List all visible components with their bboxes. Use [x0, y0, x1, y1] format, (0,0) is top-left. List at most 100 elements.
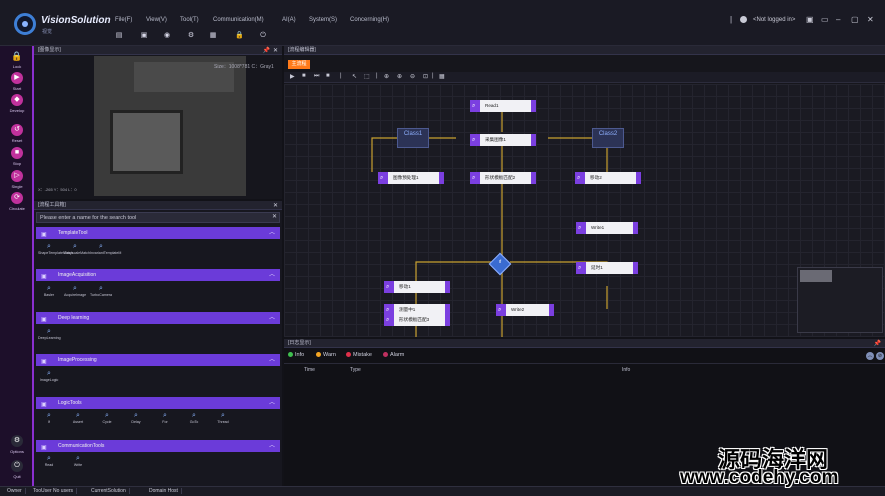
- toolbox-header: [流程工具箱]: [34, 201, 282, 210]
- tool-item[interactable]: ⌕ ShapeTemplateMatch: [38, 243, 73, 255]
- minimize-icon[interactable]: –: [836, 15, 840, 24]
- tool-item[interactable]: ⌕ Write: [67, 455, 89, 467]
- options-button[interactable]: ⚙ Options: [4, 435, 30, 454]
- flow-node-class1-step[interactable]: ⌕ 图像预处理1: [378, 172, 444, 184]
- lock-icon[interactable]: 🔒: [235, 32, 244, 40]
- user-status[interactable]: <Not logged in>: [753, 17, 795, 23]
- flow-node-left3[interactable]: ⌕ 测量中1: [384, 304, 450, 316]
- flow-node-main-step[interactable]: ⌕ 形状模板匹配2: [470, 172, 536, 184]
- circulate-button[interactable]: ⟳ Circulate: [4, 192, 30, 211]
- settings-icon[interactable]: ⚙: [187, 32, 195, 40]
- save-icon[interactable]: ▣: [140, 32, 148, 40]
- zoom-out-icon[interactable]: ⊖: [410, 73, 415, 80]
- reset-button[interactable]: ↺ Reset: [4, 124, 30, 143]
- flow-class1[interactable]: Class1: [397, 128, 429, 148]
- category-logic-tools[interactable]: ▣ LogicTools ︿: [36, 397, 280, 409]
- search-tool-input[interactable]: [36, 212, 280, 223]
- cursor-icon[interactable]: ↖: [352, 73, 357, 80]
- log-tab-alarm[interactable]: Alarm: [383, 352, 404, 358]
- category-deep-learning[interactable]: ▣ Deep learning ︿: [36, 312, 280, 324]
- close-icon[interactable]: ✕: [273, 47, 278, 54]
- step-icon[interactable]: ⏭: [314, 73, 319, 80]
- menu-file[interactable]: File(F): [115, 17, 132, 23]
- tool-item[interactable]: ⌕ Cycle: [96, 412, 118, 424]
- flow-node-write2[interactable]: ⌕ Write2: [496, 304, 554, 316]
- stop-icon[interactable]: ■: [326, 73, 330, 79]
- select-icon[interactable]: ⬚: [364, 73, 370, 80]
- minimap-viewport[interactable]: [800, 270, 832, 282]
- camera-icon[interactable]: ◉: [163, 32, 171, 40]
- log-column-info[interactable]: Info: [622, 367, 630, 373]
- flow-node-main[interactable]: ⌕ 采集图像1: [470, 134, 536, 146]
- tool-item[interactable]: ⌕ For: [154, 412, 176, 424]
- flow-node-left1[interactable]: ⌕ 移动1: [384, 281, 450, 293]
- image-icon[interactable]: ▦: [209, 32, 217, 40]
- flow-class2[interactable]: Class2: [592, 128, 624, 148]
- tool-item[interactable]: ⌕ InvariantTemplateM: [90, 243, 121, 255]
- log-column-type[interactable]: Type: [350, 367, 361, 373]
- tool-item[interactable]: ⌕ Assert: [67, 412, 89, 424]
- tool-item[interactable]: ⌕ If: [38, 412, 60, 424]
- tool-item[interactable]: ⌕ ImageLogic: [38, 370, 60, 382]
- camera-image-view[interactable]: [94, 56, 246, 196]
- tool-item[interactable]: ⌕ TurboCamera: [90, 285, 112, 297]
- clear-log-icon[interactable]: ⊘: [876, 352, 884, 360]
- zoom-in-icon[interactable]: ⊕: [397, 73, 402, 80]
- menu-system[interactable]: System(S): [309, 17, 337, 23]
- menu-communication[interactable]: Communication(M): [213, 17, 264, 23]
- stop-button[interactable]: ■ Stop: [4, 147, 30, 166]
- category-image-processing[interactable]: ▣ ImageProcessing ︿: [36, 354, 280, 366]
- power-icon[interactable]: ⏻: [259, 32, 267, 40]
- fit-icon[interactable]: ⊡: [423, 73, 428, 80]
- start-button[interactable]: ▶ Start: [4, 72, 30, 91]
- tool-item[interactable]: ⌕ Basler: [38, 285, 60, 297]
- flow-node-read1[interactable]: ⌕ Read1: [470, 100, 536, 112]
- menu-view[interactable]: View(V): [146, 17, 167, 23]
- flow-minimap[interactable]: [797, 267, 883, 333]
- quit-button[interactable]: ⏻ Quit: [4, 460, 30, 479]
- category-communication-tools[interactable]: ▣ CommunicationTools ︿: [36, 440, 280, 452]
- flow-node-class2-step[interactable]: ⌕ 移动2: [575, 172, 641, 184]
- display-icon[interactable]: ▭: [821, 15, 829, 24]
- flow-canvas[interactable]: ⌕ Read1 ⌕ 采集图像1 Class1 Class2 ⌕ 图像预处理1 ⌕ 形状模…: [284, 84, 885, 337]
- flow-node-wait1[interactable]: ⌕ 延时1: [576, 262, 638, 274]
- tool-item[interactable]: ⌕ Thread: [212, 412, 234, 424]
- develop-button[interactable]: ◆ Develop: [4, 94, 30, 113]
- maximize-icon[interactable]: ▢: [851, 15, 859, 24]
- category-template-tool[interactable]: ▣ TemplateTool ︿: [36, 227, 280, 239]
- log-column-time[interactable]: Time: [304, 367, 315, 373]
- tool-item[interactable]: ⌕ GrayscaleMatch: [64, 243, 90, 255]
- run-icon[interactable]: ▶: [290, 73, 295, 80]
- tool-item[interactable]: ⌕ Read: [38, 455, 60, 467]
- flow-node-write1[interactable]: ⌕ Write1: [576, 222, 638, 234]
- menu-ai[interactable]: AI(A): [282, 17, 296, 23]
- tool-item[interactable]: ⌕ Delay: [125, 412, 147, 424]
- folder-icon: ▣: [41, 232, 47, 238]
- close-icon[interactable]: ✕: [867, 15, 874, 24]
- stop-icon[interactable]: ■: [302, 73, 306, 79]
- menu-tool[interactable]: Tool(T): [180, 17, 199, 23]
- clear-search-icon[interactable]: ✕: [272, 213, 277, 220]
- tab-main-flow[interactable]: 主流程: [288, 60, 310, 69]
- options-icon: ⚙: [11, 435, 23, 447]
- tool-item[interactable]: ⌕ AcquireImage: [64, 285, 86, 297]
- log-tab-info[interactable]: Info: [288, 352, 304, 358]
- tool-item[interactable]: ⌕ DeepLearning: [38, 328, 61, 340]
- zoom-icon[interactable]: ⊕: [384, 73, 389, 80]
- scroll-up-icon[interactable]: ︿: [866, 352, 874, 360]
- single-button[interactable]: ▷ Single: [4, 170, 30, 189]
- pin-icon[interactable]: 📌: [874, 340, 881, 347]
- pin-icon[interactable]: 📌: [263, 47, 270, 54]
- screenshot-icon[interactable]: ▣: [806, 15, 814, 24]
- log-tab-mistake[interactable]: Mistake: [346, 352, 372, 358]
- lock-button[interactable]: 🔒 Lock: [4, 50, 30, 69]
- reset-icon: ↺: [11, 124, 23, 136]
- grid-icon[interactable]: ▦: [439, 73, 445, 80]
- log-tab-warn[interactable]: Warn: [316, 352, 336, 358]
- menu-concerning[interactable]: Concerning(H): [350, 17, 389, 23]
- close-icon[interactable]: ✕: [273, 202, 278, 209]
- search-icon: ⌕: [99, 243, 103, 250]
- category-image-acquisition[interactable]: ▣ ImageAcquisition ︿: [36, 269, 280, 281]
- new-file-icon[interactable]: ▤: [115, 32, 123, 40]
- tool-item[interactable]: ⌕ GoTo: [183, 412, 205, 424]
